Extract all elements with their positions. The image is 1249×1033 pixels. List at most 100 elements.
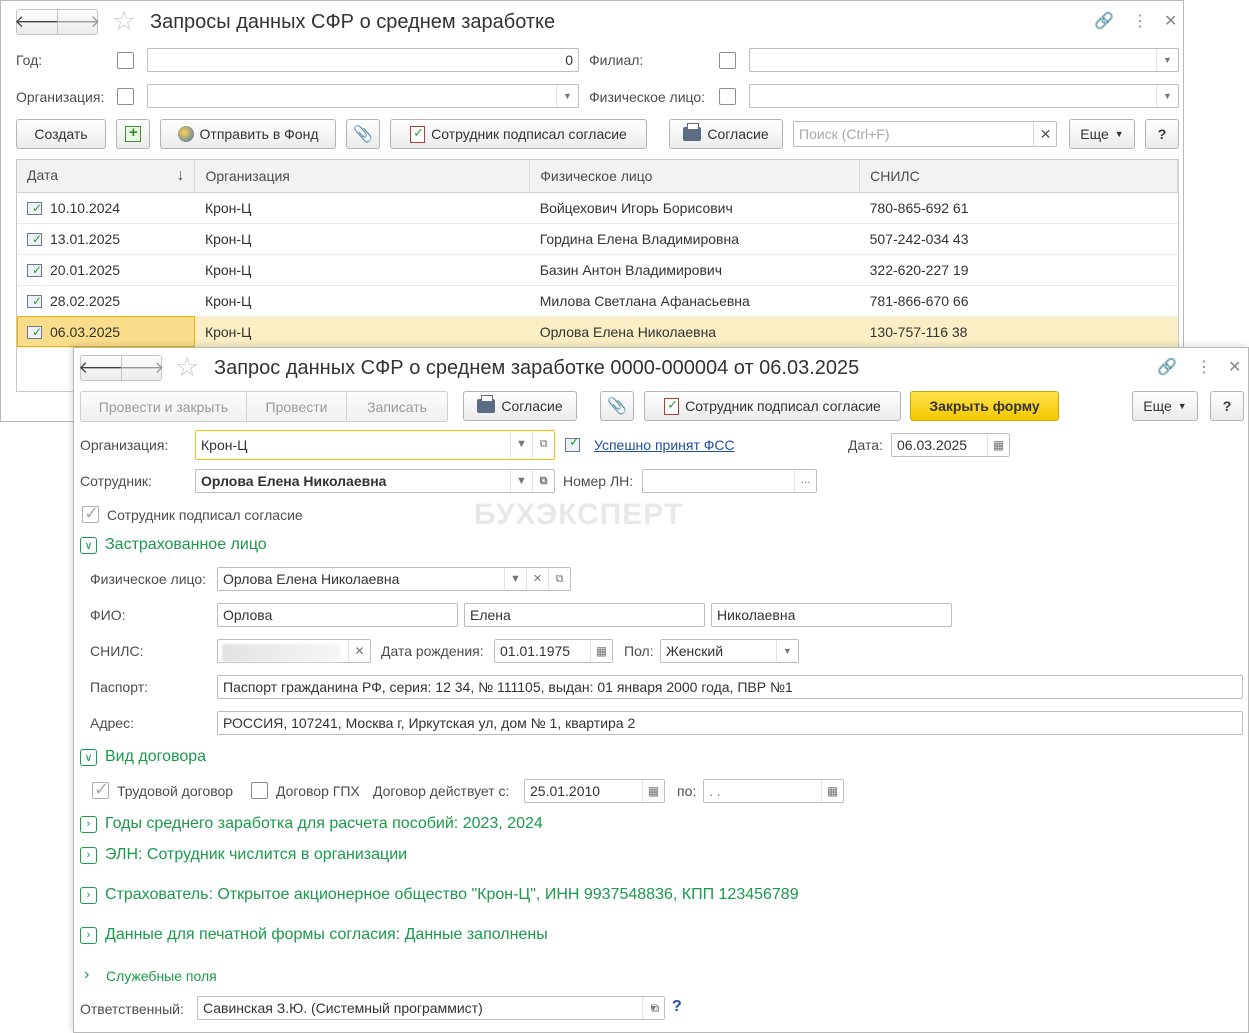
link-icon[interactable]: 🔗 [1094,11,1114,31]
col-date[interactable]: Дата ↓ [17,160,196,193]
sex-select[interactable]: Женский ▼ [660,639,799,663]
signed-consent-button[interactable]: Сотрудник подписал согласие [390,119,647,149]
save-button[interactable]: Записать [347,392,447,421]
more-vert-icon[interactable]: ⋮ [1196,357,1212,377]
consent-print-button[interactable]: Согласие [463,391,577,421]
employee-field[interactable]: Орлова Елена Николаевна ▼ ⧉ [195,469,555,493]
favorite-star-icon[interactable]: ☆ [112,8,136,35]
attach-button[interactable]: 📎 [346,119,380,149]
status-link[interactable]: Успешно принят ФСС [594,437,735,453]
address-field[interactable]: РОССИЯ, 107241, Москва г, Иркутская ул, … [217,711,1243,735]
ln-number-field[interactable]: ... [642,469,817,493]
dropdown-icon[interactable]: ▼ [556,85,578,107]
clear-icon[interactable]: ✕ [526,568,548,590]
birth-date-value: 01.01.1975 [500,643,571,659]
post-button[interactable]: Провести [247,392,347,421]
close-icon[interactable]: ✕ [1164,11,1177,31]
help-button[interactable]: ? [1145,119,1179,149]
add-copy-button[interactable] [116,119,150,149]
forward-arrow-icon[interactable]: 🡒 [119,356,164,380]
dropdown-icon[interactable]: ▼ [510,470,532,492]
earnings-years-section[interactable]: › Годы среднего заработка для расчета по… [80,815,543,833]
attach-button[interactable]: 📎 [600,391,634,421]
open-icon[interactable]: ⧉ [532,431,554,459]
table-row[interactable]: 13.01.2025 Крон-ЦГордина Елена Владимиро… [17,223,1178,255]
year-checkbox[interactable] [117,52,134,69]
contract-type-section[interactable]: ∨ Вид договора [80,748,206,766]
close-form-button[interactable]: Закрыть форму [910,391,1059,421]
labor-contract-checkbox[interactable] [92,779,109,800]
last-name-field[interactable]: Орлова [217,603,458,627]
insurer-section[interactable]: › Страхователь: Открытое акционерное общ… [80,886,799,904]
passport-field[interactable]: Паспорт гражданина РФ, серия: 12 34, № 1… [217,675,1243,699]
individual-field[interactable]: Орлова Елена Николаевна ▼ ✕ ⧉ [217,567,571,591]
back-arrow-icon[interactable]: 🡐 [14,10,60,34]
responsible-field[interactable]: Савинская З.Ю. (Системный программист) ▼ [197,996,665,1020]
search-input[interactable]: Поиск (Ctrl+F) [793,121,1057,147]
help-button[interactable]: ? [1210,391,1244,421]
back-arrow-icon[interactable]: 🡐 [78,356,124,380]
org-checkbox[interactable] [117,88,134,105]
contract-from-field[interactable]: 25.01.2010 ▦ [524,779,665,803]
birth-date-field[interactable]: 01.01.1975 ▦ [494,639,613,663]
favorite-star-icon[interactable]: ☆ [175,354,199,381]
col-person[interactable]: Физическое лицо [529,160,861,193]
clear-search-icon[interactable]: ✕ [1033,121,1057,147]
col-org[interactable]: Организация [194,160,531,193]
branch-label: Филиал: [589,52,644,68]
insured-person-section[interactable]: ∨ Застрахованное лицо [80,536,267,554]
more-vert-icon[interactable]: ⋮ [1132,11,1148,31]
create-button[interactable]: Создать [16,119,106,149]
close-icon[interactable]: ✕ [1228,357,1241,377]
branch-field[interactable]: ▼ [749,48,1179,72]
calendar-icon[interactable]: ▦ [987,434,1009,456]
open-icon[interactable]: ⧉ [644,996,666,1020]
branch-checkbox[interactable] [719,52,736,69]
middle-name-field[interactable]: Николаевна [711,603,952,627]
gph-contract-checkbox[interactable] [251,782,268,799]
org-field[interactable]: ▼ [147,84,579,108]
more-button[interactable]: Еще ▼ [1069,119,1135,149]
link-icon[interactable]: 🔗 [1157,357,1177,377]
signed-consent-button[interactable]: Сотрудник подписал согласие [644,391,901,421]
add-icon [125,124,141,142]
service-fields-section[interactable]: Служебные поля [106,968,217,984]
dropdown-icon[interactable]: ▼ [776,640,798,662]
first-name-field[interactable]: Елена [464,603,705,627]
calendar-icon[interactable]: ▦ [821,780,843,802]
date-label: Дата: [848,437,883,453]
year-field[interactable]: 0 [147,48,579,72]
dropdown-icon[interactable]: ▼ [504,568,526,590]
person-checkbox[interactable] [719,88,736,105]
calendar-icon[interactable]: ▦ [590,640,612,662]
dropdown-icon[interactable]: ▼ [1156,85,1178,107]
col-snils[interactable]: СНИЛС [859,160,1178,193]
open-icon[interactable]: ⧉ [532,470,554,492]
ln-select-button[interactable]: ... [794,470,816,492]
date-field[interactable]: 06.03.2025 ▦ [891,433,1010,457]
eln-section[interactable]: › ЭЛН: Сотрудник числится в организации [80,846,407,864]
service-fields-chevron-icon[interactable]: › [84,966,89,984]
person-field[interactable]: ▼ [749,84,1179,108]
table-row-selected[interactable]: 06.03.2025 Крон-ЦОрлова Елена Николаевна… [17,316,1178,348]
post-and-close-button[interactable]: Провести и закрыть [81,392,247,421]
contract-to-field[interactable]: . . ▦ [703,779,844,803]
more-button[interactable]: Еще ▼ [1132,391,1198,421]
print-data-section[interactable]: › Данные для печатной формы согласия: Да… [80,926,548,944]
send-to-fund-button[interactable]: Отправить в Фонд [160,119,336,149]
org-label: Организация: [16,89,105,105]
signed-consent-checkbox[interactable] [82,503,99,524]
calendar-icon[interactable]: ▦ [642,780,664,802]
table-row[interactable]: 10.10.2024 Крон-ЦВойцехович Игорь Борисо… [17,192,1178,224]
year-label: Год: [16,52,43,68]
table-row[interactable]: 28.02.2025 Крон-ЦМилова Светлана Афанась… [17,285,1178,317]
clear-icon[interactable]: ✕ [348,640,370,662]
organization-field[interactable]: Крон-Ц ▼ ⧉ [195,430,555,460]
dropdown-icon[interactable]: ▼ [510,431,532,459]
consent-print-button[interactable]: Согласие [669,119,783,149]
open-icon[interactable]: ⧉ [548,568,570,590]
dropdown-icon[interactable]: ▼ [1156,49,1178,71]
help-question-icon[interactable]: ? [672,998,682,1016]
forward-arrow-icon[interactable]: 🡒 [55,10,100,34]
table-row[interactable]: 20.01.2025 Крон-ЦБазин Антон Владимирови… [17,254,1178,286]
